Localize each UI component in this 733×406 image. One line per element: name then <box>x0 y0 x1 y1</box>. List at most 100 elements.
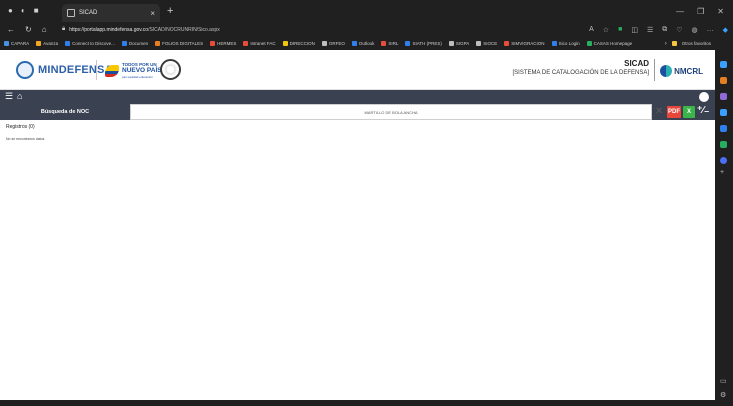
bookmark-label: FOLIOS DIGITALES <box>162 41 204 46</box>
url-text[interactable]: https://portalapp.mindefensa.gov.co/SICA… <box>69 27 220 33</box>
bookmark-item[interactable]: SIATH (PRES) <box>405 41 442 46</box>
office-sidebar-icon[interactable] <box>720 125 727 132</box>
site-header: MINDEFENSA TODOS POR UN NUEVO PAÍS paz e… <box>0 50 715 90</box>
bookmark-favicon-icon <box>243 41 249 46</box>
bookmark-item[interactable]: Outlook <box>351 41 374 46</box>
close-window-icon[interactable]: ✕ <box>717 7 724 16</box>
sicad-subtitle: [SISTEMA DE CATALOGACIÓN DE LA DEFENSA] <box>512 70 649 76</box>
extension-icon[interactable]: ■ <box>618 26 622 33</box>
web-page: MINDEFENSA TODOS POR UN NUEVO PAÍS paz e… <box>0 50 715 400</box>
bookmark-item[interactable]: FOLIOS DIGITALES <box>155 41 203 46</box>
add-sidebar-icon[interactable]: + <box>720 169 724 176</box>
minimize-icon[interactable]: — <box>676 7 684 16</box>
favorite-star-icon[interactable]: ☆ <box>603 26 609 34</box>
home-browser-icon[interactable]: ⌂ <box>42 25 47 34</box>
bookmark-item[interactable]: CAPARA <box>4 41 29 46</box>
hamburger-menu-icon[interactable]: ☰ <box>5 92 13 101</box>
search-input-value[interactable]: MARTILLO DE BOLA ANCHA <box>364 110 417 115</box>
copilot-icon[interactable]: ◆ <box>723 26 728 34</box>
tab-actions-icon[interactable]: ■ <box>34 6 39 16</box>
bookmark-favicon-icon <box>65 41 71 46</box>
bookmark-favicon-icon <box>405 41 411 46</box>
split-screen-icon[interactable]: ◫ <box>631 26 638 34</box>
search-toolbar: Búsqueda de NOC MARTILLO DE BOLA ANCHA ✕… <box>0 104 715 120</box>
nmcrl-logo-icon <box>660 65 673 77</box>
sicad-title-block: SICAD [SISTEMA DE CATALOGACIÓN DE LA DEF… <box>513 59 649 76</box>
logo-divider <box>96 60 97 80</box>
tools-sidebar-icon[interactable] <box>720 93 727 100</box>
bookmark-label: CAPARA <box>11 41 30 46</box>
bookmark-item[interactable]: Intranet FAC <box>243 41 276 46</box>
bookmark-label: Documen <box>128 41 149 46</box>
browser-tab[interactable]: SICAD × <box>62 4 160 22</box>
workspaces-icon[interactable]: ◐ <box>21 6 26 16</box>
other-favorites[interactable]: › Otros favoritos <box>665 41 733 47</box>
shopping-sidebar-icon[interactable] <box>720 77 727 84</box>
browser-essentials-icon[interactable]: ♡ <box>676 26 682 34</box>
bookmarks-bar: CAPARA Avanza Connect to Discove... Documen… <box>0 37 733 50</box>
bookmark-item[interactable]: SIOCE <box>476 41 497 46</box>
nmcrl-logo[interactable]: NMCRL <box>660 65 703 77</box>
nuevo-pais-logo: TODOS POR UN NUEVO PAÍS paz equidad educ… <box>105 62 162 80</box>
refresh-icon[interactable]: ↻ <box>25 25 32 34</box>
search-label: Búsqueda de NOC <box>40 109 90 115</box>
window-controls: — ❐ ✕ <box>676 7 733 16</box>
sidebar-settings-icon[interactable]: ⚙ <box>720 391 726 399</box>
chevron-right-icon[interactable]: › <box>665 41 667 47</box>
bookmark-favicon-icon <box>551 41 557 46</box>
bookmark-favicon-icon <box>586 41 592 46</box>
maximize-icon[interactable]: ❐ <box>697 7 704 16</box>
url-field[interactable]: 🔒︎ https://portalapp.mindefensa.gov.co/S… <box>62 26 220 33</box>
bookmark-item[interactable]: DIRECCION <box>282 41 315 46</box>
profile-sync-icon[interactable]: ◍ <box>692 26 698 34</box>
collections-icon[interactable]: ⧉ <box>662 26 667 34</box>
bookmark-label: HERMES <box>217 41 237 46</box>
drop-sidebar-icon[interactable] <box>720 157 727 164</box>
bookmark-item[interactable]: Sico Login <box>551 41 580 46</box>
bookmark-item[interactable]: HERMES <box>210 41 236 46</box>
bookmark-item[interactable]: ORFEO <box>321 41 345 46</box>
bookmark-item[interactable]: SIRL <box>381 41 398 46</box>
back-icon[interactable]: ← <box>7 25 15 34</box>
bookmark-item[interactable]: CASAS Homepage <box>586 41 633 46</box>
bookmark-favicon-icon <box>121 41 127 46</box>
outlook-sidebar-icon[interactable] <box>720 141 727 148</box>
bookmark-favicon-icon <box>476 41 482 46</box>
browser-sidebar: + ▭ ⚙ <box>715 50 733 406</box>
bookmark-label: CASAS Homepage <box>593 41 633 46</box>
mindefensa-logo[interactable]: MINDEFENSA <box>16 61 113 79</box>
defense-emblem-icon <box>160 59 181 80</box>
user-account-icon[interactable] <box>699 92 709 102</box>
home-icon[interactable]: ⌂ <box>17 92 22 101</box>
bookmark-favicon-icon <box>210 41 216 46</box>
bookmark-favicon-icon <box>321 41 327 46</box>
lock-icon[interactable]: 🔒︎ <box>62 26 65 33</box>
search-input[interactable]: MARTILLO DE BOLA ANCHA <box>130 104 652 120</box>
bookmark-favicon-icon <box>282 41 288 46</box>
bookmark-item[interactable]: SIMVIGRACION <box>504 41 545 46</box>
other-favorites-label: Otros favoritos <box>681 41 711 46</box>
bookmark-item[interactable]: Connect to Discove... <box>65 41 115 46</box>
tab-close-icon[interactable]: × <box>150 9 155 18</box>
new-tab-icon[interactable]: + <box>167 5 173 17</box>
bookmark-item[interactable]: Avanza <box>36 41 58 46</box>
expand-collapse-icon[interactable]: ⁺∕₋ <box>697 105 709 117</box>
bookmark-item[interactable]: Documen <box>121 41 149 46</box>
bookmark-item[interactable]: SIGPA <box>448 41 469 46</box>
games-sidebar-icon[interactable] <box>720 109 727 116</box>
profile-icon[interactable]: ● <box>8 6 13 16</box>
folder-icon <box>671 41 677 46</box>
favorites-icon[interactable]: ☰ <box>647 26 653 34</box>
page-favicon-icon <box>67 9 75 17</box>
clear-search-icon[interactable]: ✕ <box>655 106 663 118</box>
browser-toolbar-icons: A ☆ ■ ◫ ☰ ⧉ ♡ ◍ … ◆ <box>589 26 733 34</box>
export-excel-button[interactable]: X <box>683 106 695 118</box>
hide-sidebar-icon[interactable]: ▭ <box>720 377 727 385</box>
search-sidebar-icon[interactable] <box>720 61 727 68</box>
export-pdf-button[interactable]: PDF <box>667 106 681 118</box>
tab-title: SICAD <box>79 10 98 16</box>
bookmark-favicon-icon <box>36 41 42 46</box>
more-options-icon[interactable]: … <box>707 26 714 33</box>
bookmark-label: DIRECCION <box>289 41 315 46</box>
read-aloud-icon[interactable]: A <box>589 26 594 33</box>
